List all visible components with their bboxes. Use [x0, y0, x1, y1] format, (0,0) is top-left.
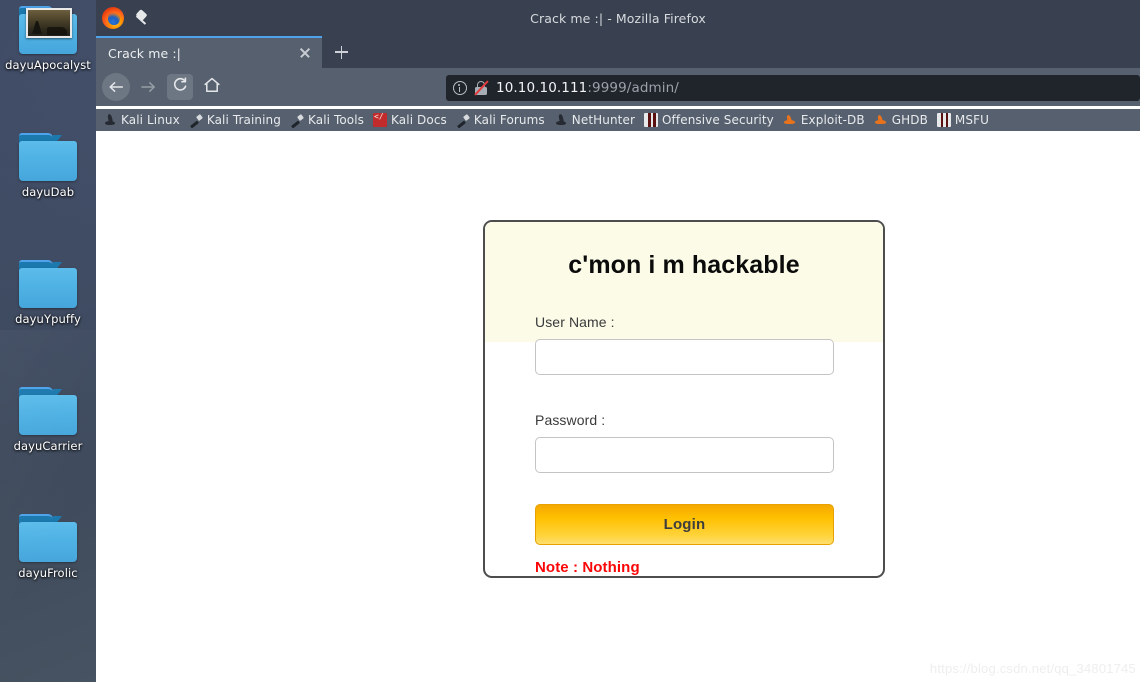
page-title: c'mon i m hackable: [568, 250, 800, 279]
bookmark-label: Kali Linux: [121, 113, 180, 127]
desktop-icon-dayucarrier[interactable]: dayuCarrier: [0, 383, 96, 453]
bookmark-label: Offensive Security: [662, 113, 774, 127]
reload-icon[interactable]: [167, 74, 193, 100]
code-doc-icon: [373, 112, 388, 127]
metasploit-icon: [936, 113, 951, 127]
folder-icon: [19, 260, 77, 308]
address-bar[interactable]: 10.10.10.111:9999/admin/: [446, 75, 1140, 101]
broken-lock-icon[interactable]: [473, 80, 489, 96]
status-note: Note : Nothing: [535, 559, 640, 576]
desktop-icon-dayudab[interactable]: dayuDab: [0, 129, 96, 199]
page-viewport: c'mon i m hackable User Name : Password …: [96, 131, 1140, 682]
folder-with-image-thumbnail-icon: [19, 6, 77, 54]
bookmark-label: Kali Tools: [307, 113, 365, 127]
metasploit-icon: [644, 113, 659, 127]
bookmark-label: Exploit-DB: [800, 113, 865, 127]
url-text: 10.10.10.111:9999/admin/: [496, 80, 679, 96]
desktop-icon-dayuypuffy[interactable]: dayuYpuffy: [0, 256, 96, 326]
wrench-icon: [189, 113, 203, 127]
login-button[interactable]: Login: [535, 504, 834, 545]
login-form: User Name : Password : Login Note : Noth…: [485, 308, 883, 576]
tab-crack-me[interactable]: Crack me :|: [96, 36, 322, 68]
kali-dragon-icon: [554, 113, 568, 127]
kali-dragon-icon: [103, 113, 117, 127]
bookmark-exploit-db[interactable]: Exploit-DB: [783, 113, 865, 127]
info-circle-icon[interactable]: [453, 81, 467, 95]
url-host: 10.10.10.111: [496, 80, 588, 96]
folder-icon: [19, 387, 77, 435]
bookmark-kali-linux[interactable]: Kali Linux: [103, 113, 180, 127]
bookmark-label: GHDB: [891, 113, 928, 127]
arrow-right-icon[interactable]: [135, 74, 161, 100]
password-input[interactable]: [535, 437, 834, 473]
watermark-text: https://blog.csdn.net/qq_34801745: [929, 661, 1136, 676]
close-icon[interactable]: [292, 40, 318, 66]
bookmark-label: Kali Training: [206, 113, 281, 127]
plus-icon[interactable]: [322, 36, 360, 68]
desktop-icon-label: dayuFrolic: [18, 566, 78, 580]
window-titlebar[interactable]: Crack me :| - Mozilla Firefox: [96, 0, 1140, 36]
bookmark-kali-training[interactable]: Kali Training: [189, 113, 281, 127]
arrow-left-icon[interactable]: [102, 73, 130, 101]
bookmark-label: Kali Docs: [391, 113, 447, 127]
folder-icon: [19, 133, 77, 181]
password-label: Password :: [535, 412, 606, 428]
desktop-icon-label: dayuDab: [21, 185, 75, 199]
username-input[interactable]: [535, 339, 834, 375]
exploitdb-icon: [874, 113, 888, 127]
bookmark-kali-docs[interactable]: Kali Docs: [373, 112, 447, 127]
url-path: :9999/admin/: [587, 80, 679, 96]
desktop-icon-dayuapocalyst[interactable]: dayuApocalyst: [0, 2, 96, 72]
firefox-window: Crack me :| - Mozilla Firefox Crack me :…: [96, 0, 1140, 682]
bookmark-label: Kali Forums: [473, 113, 545, 127]
bookmarks-toolbar: Kali Linux Kali Training Kali Tools Kali Do…: [96, 109, 1140, 131]
exploitdb-icon: [783, 113, 797, 127]
bookmark-ghdb[interactable]: GHDB: [874, 113, 928, 127]
window-title: Crack me :| - Mozilla Firefox: [530, 10, 706, 26]
username-label: User Name :: [535, 314, 615, 330]
login-card-header: c'mon i m hackable: [485, 222, 883, 308]
desktop-icon-label: dayuYpuffy: [15, 312, 81, 326]
desktop-icon-dayufrolic[interactable]: dayuFrolic: [0, 510, 96, 580]
bookmark-kali-tools[interactable]: Kali Tools: [290, 113, 364, 127]
desktop-icon-label: dayuApocalyst: [5, 58, 91, 72]
bookmark-label: MSFU: [954, 113, 989, 127]
tab-strip: Crack me :|: [96, 36, 1140, 68]
bookmark-label: NetHunter: [571, 113, 636, 127]
login-card: c'mon i m hackable User Name : Password …: [483, 220, 885, 578]
wrench-icon: [456, 113, 470, 127]
bookmark-msfu[interactable]: MSFU: [936, 113, 989, 127]
wrench-icon: [290, 113, 304, 127]
tab-label: Crack me :|: [108, 45, 181, 61]
bookmark-offensive-security[interactable]: Offensive Security: [644, 113, 774, 127]
folder-icon: [19, 514, 77, 562]
desktop-icon-label: dayuCarrier: [13, 439, 83, 453]
home-icon[interactable]: [199, 74, 225, 100]
bookmark-kali-forums[interactable]: Kali Forums: [456, 113, 545, 127]
bookmark-nethunter[interactable]: NetHunter: [554, 113, 635, 127]
